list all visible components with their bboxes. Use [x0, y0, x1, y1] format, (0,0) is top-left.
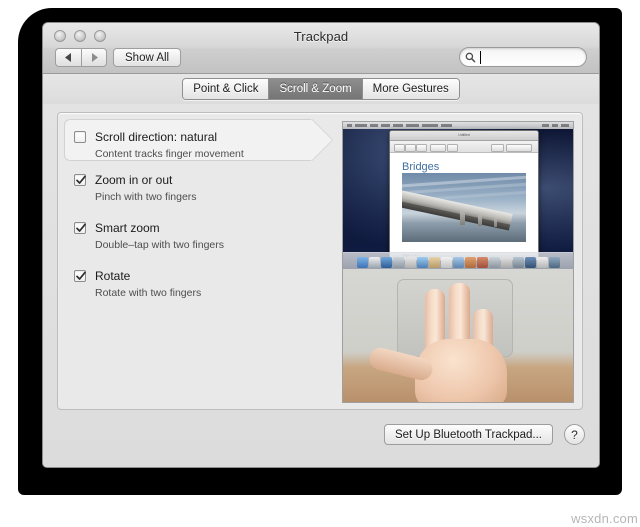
- preview-document-heading: Bridges: [402, 161, 538, 173]
- setup-bluetooth-trackpad-button[interactable]: Set Up Bluetooth Trackpad...: [384, 424, 553, 445]
- tab-scroll-and-zoom[interactable]: Scroll & Zoom: [269, 79, 362, 99]
- window-body: Scroll direction: natural Content tracks…: [43, 104, 599, 468]
- option-title: Zoom in or out: [95, 173, 172, 187]
- checkbox-zoom-in-or-out[interactable]: [74, 174, 86, 186]
- option-title: Scroll direction: natural: [95, 130, 217, 144]
- option-text: Scroll direction: natural Content tracks…: [95, 128, 244, 161]
- checkmark-icon: [74, 221, 88, 235]
- back-button[interactable]: [55, 48, 81, 67]
- preview-document-toolbar: [390, 141, 538, 153]
- gesture-preview: Untitled Bridges: [342, 121, 574, 403]
- tab-bar: Point & Click Scroll & Zoom More Gesture…: [43, 74, 599, 104]
- option-text: Zoom in or out Pinch with two fingers: [95, 171, 197, 204]
- option-rotate[interactable]: Rotate Rotate with two fingers: [66, 265, 328, 302]
- search-field[interactable]: [459, 47, 587, 67]
- search-text-caret: [480, 51, 481, 64]
- preview-dock: [343, 252, 573, 269]
- hand-illustration: [367, 287, 552, 402]
- checkbox-scroll-direction[interactable]: [74, 131, 86, 143]
- preview-menubar: [343, 122, 573, 129]
- show-all-button[interactable]: Show All: [113, 48, 181, 67]
- tab-group: Point & Click Scroll & Zoom More Gesture…: [182, 78, 459, 100]
- option-smart-zoom[interactable]: Smart zoom Double–tap with two fingers: [66, 217, 328, 254]
- checkmark-icon: [74, 173, 88, 187]
- watermark: wsxdn.com: [571, 511, 638, 526]
- option-scroll-direction[interactable]: Scroll direction: natural Content tracks…: [66, 121, 328, 168]
- option-subtitle: Rotate with two fingers: [95, 286, 201, 300]
- forward-button[interactable]: [81, 48, 107, 67]
- preview-bridge-photo: [402, 173, 526, 242]
- settings-panel: Scroll direction: natural Content tracks…: [57, 112, 583, 410]
- checkbox-rotate[interactable]: [74, 270, 86, 282]
- option-text: Smart zoom Double–tap with two fingers: [95, 219, 224, 252]
- preview-document-window: Untitled Bridges: [389, 130, 539, 261]
- option-title: Smart zoom: [95, 221, 160, 235]
- gesture-options-list: Scroll direction: natural Content tracks…: [58, 113, 336, 409]
- checkbox-smart-zoom[interactable]: [74, 222, 86, 234]
- preview-document-window-title: Untitled: [390, 133, 538, 137]
- navigation-buttons: [55, 48, 107, 67]
- search-input[interactable]: [479, 50, 583, 64]
- option-subtitle: Content tracks finger movement: [95, 147, 244, 161]
- preview-desktop-video: Untitled Bridges: [343, 122, 573, 269]
- option-title: Rotate: [95, 269, 130, 283]
- search-icon: [465, 52, 476, 63]
- forward-arrow-icon: [90, 53, 98, 62]
- tab-more-gestures[interactable]: More Gestures: [363, 79, 459, 99]
- preview-trackpad-video: [343, 269, 573, 402]
- option-text: Rotate Rotate with two fingers: [95, 267, 201, 300]
- window-titlebar: Trackpad Show All: [43, 23, 599, 74]
- back-arrow-icon: [65, 53, 73, 62]
- help-button[interactable]: ?: [564, 424, 585, 445]
- window-title: Trackpad: [43, 29, 599, 44]
- preview-document-titlebar: Untitled: [390, 131, 538, 141]
- option-zoom-in-or-out[interactable]: Zoom in or out Pinch with two fingers: [66, 169, 328, 206]
- window-footer: Set Up Bluetooth Trackpad... ?: [43, 416, 599, 468]
- trackpad-preferences-window: Trackpad Show All: [42, 22, 600, 468]
- screenshot-root: Trackpad Show All: [0, 0, 640, 527]
- tab-point-and-click[interactable]: Point & Click: [183, 79, 269, 99]
- option-subtitle: Double–tap with two fingers: [95, 238, 224, 252]
- option-subtitle: Pinch with two fingers: [95, 190, 197, 204]
- checkmark-icon: [74, 269, 88, 283]
